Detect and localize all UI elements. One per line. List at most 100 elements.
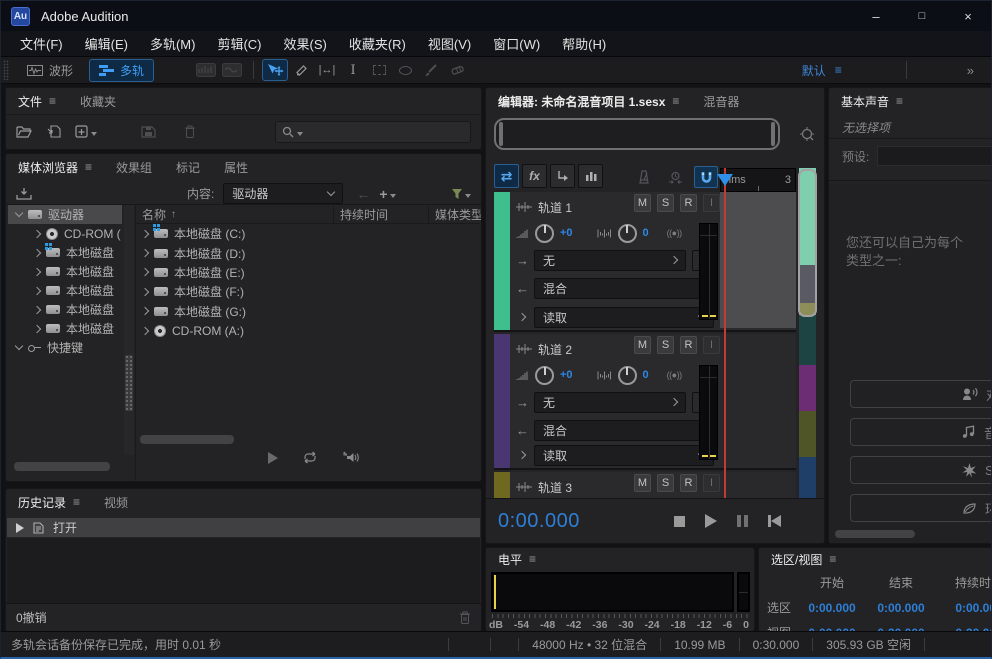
snap-magnet-icon[interactable]	[694, 166, 718, 188]
track-color-strip[interactable]	[494, 192, 510, 330]
automation-dropdown[interactable]: 读取	[534, 445, 714, 466]
output-dropdown[interactable]: 混合	[534, 420, 714, 441]
menu-item[interactable]: 窗口(W)	[482, 34, 551, 53]
toolbar-overflow-button[interactable]: »	[967, 63, 975, 78]
chevron-right-icon[interactable]	[518, 451, 526, 459]
auto-play-speaker-icon[interactable]	[342, 451, 360, 464]
panel-menu-icon[interactable]: ≡	[896, 94, 903, 108]
panel-menu-icon[interactable]: ≡	[49, 94, 56, 108]
tab-mixer[interactable]: 混音器	[703, 88, 739, 114]
tab-essential-sound[interactable]: 基本声音 ≡	[841, 88, 903, 114]
track-name[interactable]: 轨道 2	[538, 341, 572, 358]
menu-item[interactable]: 多轨(M)	[139, 34, 207, 53]
file-list-row[interactable]: 本地磁盘 (C:)	[136, 224, 480, 243]
import-media-icon[interactable]	[16, 187, 32, 200]
column-duration[interactable]: 持续时间	[333, 206, 428, 223]
tree-item[interactable]: 本地磁盘	[8, 262, 122, 281]
menu-item[interactable]: 编辑(E)	[74, 34, 139, 53]
content-dropdown[interactable]: 驱动器	[223, 183, 343, 204]
chevron-right-icon[interactable]	[141, 326, 149, 334]
dialogue-type-button[interactable]: 对话	[850, 380, 992, 408]
sends-button[interactable]	[550, 164, 575, 188]
panel-menu-icon[interactable]: ≡	[529, 552, 536, 566]
solo-button[interactable]: S	[657, 194, 674, 212]
time-selection-tool[interactable]: I	[340, 59, 366, 81]
ambience-type-button[interactable]: 环境	[850, 494, 992, 522]
io-routing-button[interactable]: ⇄	[494, 164, 519, 188]
skip-to-start-button[interactable]	[768, 515, 781, 527]
panel-menu-icon[interactable]: ≡	[672, 94, 679, 108]
chevron-right-icon[interactable]	[33, 324, 41, 332]
panel-menu-icon[interactable]: ≡	[85, 160, 92, 174]
tree-item[interactable]: 本地磁盘	[8, 243, 122, 262]
selection-duration[interactable]: 0:00.000	[935, 601, 992, 615]
metronome-icon[interactable]	[632, 166, 656, 188]
chevron-down-icon[interactable]	[15, 209, 23, 217]
new-item-icon[interactable]	[75, 125, 97, 138]
maximize-button[interactable]: □	[899, 1, 945, 31]
solo-button[interactable]: S	[657, 474, 674, 492]
horizontal-scrollbar-thumb[interactable]	[835, 530, 915, 538]
track-name[interactable]: 轨道 1	[538, 199, 572, 216]
input-monitor-button[interactable]: I	[703, 474, 720, 492]
tab-properties[interactable]: 属性	[224, 154, 248, 180]
import-file-icon[interactable]	[47, 125, 61, 138]
stop-button[interactable]	[674, 516, 685, 527]
input-dropdown[interactable]: 无	[534, 250, 686, 271]
input-monitor-button[interactable]: I	[703, 194, 720, 212]
workspace-menu-icon[interactable]: ≡	[835, 63, 842, 77]
chevron-right-icon[interactable]	[33, 229, 41, 237]
list-horizontal-scrollbar[interactable]	[140, 435, 234, 444]
track-lane[interactable]	[720, 192, 796, 328]
menu-item[interactable]: 帮助(H)	[551, 34, 617, 53]
skip-timer-icon[interactable]	[663, 166, 687, 188]
tree-item[interactable]: 本地磁盘	[8, 319, 122, 338]
column-media-type[interactable]: 媒体类型	[428, 206, 480, 223]
file-list-row[interactable]: 本地磁盘 (E:)	[136, 263, 480, 282]
tab-selection-view[interactable]: 选区/视图 ≡	[771, 548, 836, 570]
tab-effects-rack[interactable]: 效果组	[116, 154, 152, 180]
monitor-input-icon[interactable]: ((●))	[667, 370, 682, 380]
menu-item[interactable]: 视图(V)	[417, 34, 482, 53]
menu-item[interactable]: 剪辑(C)	[206, 34, 272, 53]
track-color-strip[interactable]	[494, 472, 510, 500]
tree-horizontal-scrollbar[interactable]	[14, 462, 110, 471]
chevron-right-icon[interactable]	[518, 313, 526, 321]
mute-button[interactable]: M	[634, 474, 651, 492]
output-dropdown[interactable]: 混合	[534, 278, 714, 299]
solo-button[interactable]: S	[657, 336, 674, 354]
history-entry[interactable]: 打开	[7, 518, 480, 537]
selection-start[interactable]: 0:00.000	[797, 601, 867, 615]
menu-item[interactable]: 文件(F)	[9, 34, 74, 53]
tab-media-browser[interactable]: 媒体浏览器 ≡	[18, 154, 92, 180]
selection-end[interactable]: 0:00.000	[867, 601, 935, 615]
track-lane[interactable]	[720, 472, 796, 500]
panel-menu-icon[interactable]: ≡	[829, 552, 836, 566]
tree-item[interactable]: 本地磁盘	[8, 281, 122, 300]
add-shortcut-icon[interactable]: +	[379, 186, 395, 202]
monitor-input-icon[interactable]: ((●))	[667, 228, 682, 238]
tab-video[interactable]: 视频	[104, 489, 128, 515]
minimize-button[interactable]: –	[853, 1, 899, 31]
arm-record-button[interactable]: R	[680, 194, 697, 212]
slip-tool[interactable]: |↔|	[314, 59, 340, 81]
zoom-tool-icon[interactable]	[797, 126, 817, 144]
chevron-right-icon[interactable]	[141, 307, 149, 315]
playhead-handle[interactable]	[717, 174, 733, 186]
tab-markers[interactable]: 标记	[176, 154, 200, 180]
eq-button[interactable]	[578, 164, 603, 188]
volume-knob[interactable]	[535, 224, 554, 243]
zoom-navigator[interactable]	[494, 118, 780, 150]
mute-button[interactable]: M	[634, 336, 651, 354]
automation-dropdown[interactable]: 读取	[534, 307, 714, 328]
pause-button[interactable]	[737, 515, 748, 527]
tree-item[interactable]: 驱动器	[8, 205, 122, 224]
tree-item[interactable]: 本地磁盘	[8, 300, 122, 319]
music-type-button[interactable]: 音乐	[850, 418, 992, 446]
volume-value[interactable]: +0	[560, 227, 573, 239]
tab-favorites[interactable]: 收藏夹	[80, 88, 116, 114]
tree-item[interactable]: 快捷键	[8, 338, 122, 357]
razor-tool[interactable]	[288, 59, 314, 81]
pan-value[interactable]: 0	[643, 369, 649, 381]
waveform-view-button[interactable]: 波形	[17, 59, 83, 82]
